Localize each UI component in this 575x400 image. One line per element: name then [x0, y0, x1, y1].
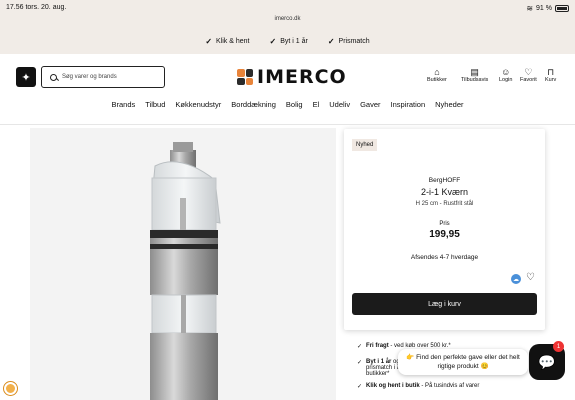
- price-label: Pris: [439, 221, 450, 227]
- site-logo[interactable]: IMERCO: [237, 66, 347, 88]
- new-badge: Nyhed: [352, 139, 378, 151]
- product-brand[interactable]: BergHOFF: [344, 177, 545, 184]
- utility-login[interactable]: ☺ Login: [499, 67, 512, 83]
- search-placeholder: Søg varer og brands: [62, 74, 117, 80]
- promo-label: Byt i 1 år: [280, 37, 308, 45]
- promo-item-click-collect[interactable]: ✓ Klik & hent: [205, 37, 249, 46]
- nav-item-tableware[interactable]: Borddækning: [231, 100, 276, 118]
- utility-label: Kurv: [545, 77, 557, 83]
- check-icon: ✓: [357, 344, 363, 350]
- utility-flyer[interactable]: ▤ Tilbudsavis: [461, 67, 488, 83]
- check-icon: ✓: [357, 360, 363, 366]
- battery-percent: 91 %: [536, 5, 552, 12]
- user-icon: ☺: [501, 67, 511, 77]
- search-icon: [50, 73, 57, 81]
- search-input[interactable]: Søg varer og brands: [41, 66, 165, 88]
- grinder-illustration: [150, 142, 221, 400]
- battery-icon: [555, 5, 569, 12]
- usp-text: - På tusindvis af varer: [419, 383, 480, 389]
- nav-item-outdoor[interactable]: Udeliv: [329, 100, 350, 118]
- browser-url[interactable]: imerco.dk: [0, 16, 575, 22]
- utility-stores[interactable]: ⌂ Butikker: [427, 67, 447, 83]
- promo-item-price-match[interactable]: ✓ Prismatch: [328, 37, 370, 46]
- utility-label: Butikker: [427, 77, 447, 83]
- product-subtitle: H 25 cm - Rustfrit stål: [415, 201, 474, 207]
- check-icon: ✓: [205, 36, 213, 46]
- status-indicators: ≋ 91 %: [526, 4, 569, 13]
- chat-prompt-bubble[interactable]: 👉 Find den perfekte gave eller det helt …: [398, 349, 528, 375]
- usp-bold: Fri fragt: [366, 343, 389, 349]
- sparkle-icon: ✦: [21, 71, 31, 84]
- chat-notification-count: 1: [553, 341, 564, 352]
- utility-label: Favorit: [520, 77, 537, 83]
- utility-label: Login: [499, 77, 513, 83]
- favorite-heart-icon[interactable]: ♡: [526, 272, 535, 283]
- promo-strip: ✓ Klik & hent ✓ Byt i 1 år ✓ Prismatch: [0, 28, 575, 54]
- status-time: 17.56 tors. 20. aug.: [6, 4, 67, 11]
- check-icon: ✓: [269, 36, 277, 46]
- promo-label: Prismatch: [338, 37, 370, 45]
- utility-cart[interactable]: ⊓ Kurv: [545, 67, 556, 83]
- nav-item-gifts[interactable]: Gaver: [360, 100, 380, 118]
- nav-item-offers[interactable]: Tilbud: [145, 100, 165, 118]
- cloud-icon[interactable]: ☁: [511, 274, 521, 284]
- flyer-icon: ▤: [470, 67, 479, 77]
- bag-icon: ⊓: [547, 67, 555, 77]
- nav-item-electric[interactable]: El: [313, 100, 320, 118]
- nav-item-home[interactable]: Bolig: [286, 100, 303, 118]
- status-bar: 17.56 tors. 20. aug. imerco.dk ≋ 91 %: [0, 0, 575, 28]
- main-nav: Brands Tilbud Køkkenudstyr Borddækning B…: [0, 100, 575, 118]
- product-image[interactable]: [30, 128, 336, 400]
- site-header: ✦ Søg varer og brands IMERCO ⌂ Butikker …: [0, 54, 575, 98]
- nav-item-inspiration[interactable]: Inspiration: [391, 100, 426, 118]
- promo-label: Klik & hent: [216, 37, 250, 45]
- ai-assistant-button[interactable]: ✦: [16, 67, 36, 87]
- wifi-icon: ≋: [526, 4, 534, 13]
- widget-icon[interactable]: [4, 382, 17, 395]
- nav-item-news[interactable]: Nyheder: [435, 100, 463, 118]
- nav-divider: [0, 124, 575, 125]
- check-icon: ✓: [357, 384, 363, 390]
- usp-bold: Klik og hent i butik: [366, 383, 420, 389]
- product-price: 199,95: [429, 229, 460, 240]
- heart-icon: ♡: [524, 67, 533, 77]
- nav-item-brands[interactable]: Brands: [111, 100, 135, 118]
- delivery-info: Afsendes 4-7 hverdage: [410, 254, 479, 261]
- promo-item-exchange[interactable]: ✓ Byt i 1 år: [270, 37, 308, 46]
- product-buy-box: Nyhed BergHOFF 2-i-1 Kværn H 25 cm - Rus…: [344, 129, 545, 330]
- logo-text: IMERCO: [257, 66, 347, 88]
- store-icon: ⌂: [434, 67, 440, 77]
- nav-item-kitchen[interactable]: Køkkenudstyr: [175, 100, 221, 118]
- product-title: 2-i-1 Kværn: [420, 187, 468, 197]
- logo-mark-icon: [237, 69, 253, 85]
- utility-label: Tilbudsavis: [461, 77, 489, 83]
- chat-icon: 💬: [538, 353, 556, 370]
- usp-item-click-collect: ✓ Klik og hent i butik - På tusindvis af…: [357, 383, 479, 390]
- check-icon: ✓: [327, 36, 335, 46]
- utility-favorite[interactable]: ♡ Favorit: [520, 67, 537, 83]
- add-to-cart-button[interactable]: Læg i kurv: [352, 293, 537, 315]
